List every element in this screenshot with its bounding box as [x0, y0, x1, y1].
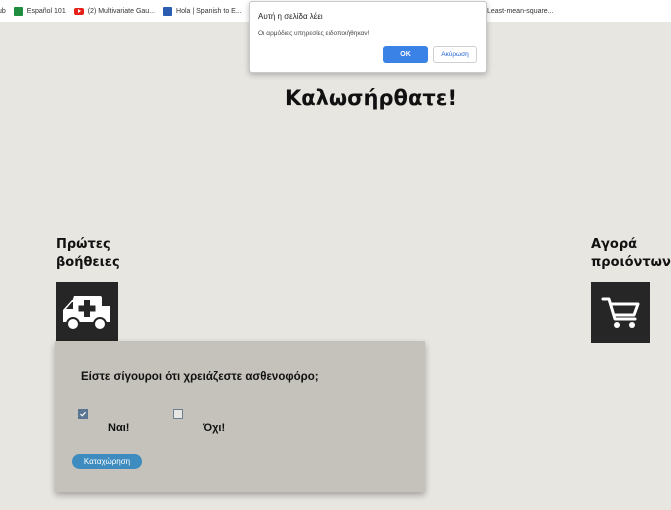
- shopping-cart-icon: [601, 297, 639, 328]
- bookmark-item-espanol[interactable]: Español 101: [13, 6, 66, 16]
- page-title: Καλωσήρθατε!: [284, 86, 458, 110]
- bookmark-label: Hola | Spanish to E...: [176, 7, 242, 15]
- bookmark-label: (2) Multivariate Gau...: [87, 7, 156, 15]
- no-label: Όχι!: [203, 422, 226, 434]
- classroom-icon: [13, 6, 23, 16]
- products-label: Αγορά προιόντων: [591, 236, 671, 272]
- bookmark-item-youtube[interactable]: (2) Multivariate Gau...: [73, 7, 156, 15]
- products-tile[interactable]: [591, 282, 650, 343]
- bookmark-label: ub: [0, 7, 6, 15]
- bookmark-item-lms[interactable]: Least-mean-square...: [487, 0, 554, 22]
- dictionary-icon: [163, 6, 173, 16]
- yes-label: Ναι!: [108, 422, 130, 434]
- first-aid-label-line2: βοήθειες: [56, 255, 120, 270]
- no-checkbox[interactable]: [173, 409, 183, 419]
- bookmark-label: Español 101: [26, 7, 66, 15]
- dialog-message: Οι αρμόδιες υπηρεσίες ειδοποιήθηκαν!: [258, 30, 370, 37]
- first-aid-tile[interactable]: [56, 282, 118, 344]
- dialog-title: Αυτή η σελίδα λέει: [258, 12, 323, 21]
- products-label-line2: προιόντων: [591, 255, 671, 270]
- confirm-question: Είστε σίγουροι ότι χρειάζεστε ασθενοφόρο…: [81, 371, 319, 383]
- first-aid-label: Πρώτες βοήθειες: [56, 236, 120, 272]
- check-icon: [80, 411, 86, 417]
- bookmark-item[interactable]: ub: [0, 8, 6, 15]
- first-aid-label-line1: Πρώτες: [56, 237, 111, 252]
- ambulance-confirm-panel: Είστε σίγουροι ότι χρειάζεστε ασθενοφόρο…: [55, 341, 425, 492]
- ok-button[interactable]: OK: [383, 46, 428, 63]
- ambulance-icon: [63, 296, 110, 331]
- alert-dialog: Αυτή η σελίδα λέει Οι αρμόδιες υπηρεσίες…: [249, 1, 487, 73]
- submit-button[interactable]: Καταχώρηση: [72, 454, 142, 469]
- bookmark-label: Least-mean-square...: [487, 7, 554, 15]
- yes-checkbox[interactable]: [78, 409, 88, 419]
- cancel-button[interactable]: Ακύρωση: [433, 46, 477, 63]
- products-label-line1: Αγορά: [591, 237, 638, 252]
- bookmark-item-hola[interactable]: Hola | Spanish to E...: [163, 6, 242, 16]
- youtube-icon: [73, 7, 84, 15]
